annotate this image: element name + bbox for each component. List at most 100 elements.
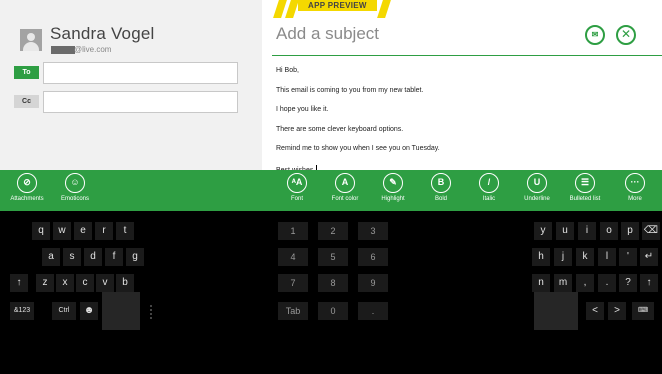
numpad-key[interactable]: Tab (278, 302, 308, 320)
key-space[interactable] (102, 292, 140, 330)
key-symbols[interactable]: &123 (10, 302, 34, 320)
key[interactable]: w (53, 222, 71, 240)
key-keyboard-switch[interactable]: ⌨ (632, 302, 654, 320)
key[interactable]: k (576, 248, 594, 266)
key[interactable]: y (534, 222, 552, 240)
key[interactable]: f (105, 248, 123, 266)
key-arrow-right[interactable]: > (608, 302, 626, 320)
numpad-key[interactable]: 2 (318, 222, 348, 240)
keyboard-grip-handle[interactable] (150, 305, 152, 319)
body-line: I hope you like it. (276, 106, 329, 113)
numpad-key[interactable]: 9 (358, 274, 388, 292)
body-line: This email is coming to you from my new … (276, 86, 424, 94)
key[interactable]: l (598, 248, 616, 266)
key[interactable]: ↵ (640, 248, 658, 266)
key[interactable]: , (576, 274, 594, 292)
key[interactable]: o (600, 222, 618, 240)
numpad-key[interactable]: 0 (318, 302, 348, 320)
key[interactable]: j (554, 248, 572, 266)
toolbar-label: Underline (524, 196, 550, 202)
key[interactable]: c (76, 274, 94, 292)
numpad-key[interactable]: 4 (278, 248, 308, 266)
font-icon: ᴬA (287, 173, 307, 193)
key[interactable]: x (56, 274, 74, 292)
toolbar-button-highlight[interactable]: ✎ Highlight (368, 173, 418, 202)
discard-button[interactable]: ✕ (616, 25, 636, 45)
key[interactable]: h (532, 248, 550, 266)
underline-icon: U (527, 173, 547, 193)
mail-compose-area: Sandra Vogel @live.com To Cc APP PREVIEW… (0, 0, 662, 174)
key[interactable]: r (95, 222, 113, 240)
key[interactable]: b (116, 274, 134, 292)
key-arrow-left[interactable]: < (586, 302, 604, 320)
body-line: There are some clever keyboard options. (276, 125, 404, 133)
key[interactable]: p (621, 222, 639, 240)
key[interactable]: i (578, 222, 596, 240)
key[interactable]: ? (619, 274, 637, 292)
subject-input[interactable]: Add a subject (276, 24, 379, 44)
numpad-key[interactable]: . (358, 302, 388, 320)
key[interactable]: m (554, 274, 572, 292)
to-field[interactable] (43, 62, 238, 84)
toolbar-button-emoticons[interactable]: ☺ Emoticons (50, 173, 100, 202)
close-icon: ✕ (620, 27, 632, 41)
key[interactable]: d (84, 248, 102, 266)
key[interactable]: v (96, 274, 114, 292)
toolbar-label: Bold (434, 196, 447, 202)
toolbar-button-font[interactable]: ᴬA Font (272, 173, 322, 202)
message-body[interactable]: Hi Bob, This email is coming to you from… (276, 67, 656, 184)
numpad-key[interactable]: 5 (318, 248, 348, 266)
numpad-key[interactable]: 8 (318, 274, 348, 292)
key[interactable]: n (532, 274, 550, 292)
numpad-key[interactable]: 3 (358, 222, 388, 240)
toolbar-label: Font color (331, 196, 359, 202)
key-emoji[interactable]: ☻ (80, 302, 98, 320)
toolbar-button-italic[interactable]: / Italic (464, 173, 514, 202)
key[interactable]: q (32, 222, 50, 240)
key[interactable]: t (116, 222, 134, 240)
key[interactable]: ⌫ (642, 222, 660, 240)
numpad-key[interactable]: 7 (278, 274, 308, 292)
send-icon: ✉ (591, 30, 599, 39)
key[interactable]: g (126, 248, 144, 266)
body-line: Remind me to show you when I see you on … (276, 145, 440, 152)
font-color-icon: A (335, 173, 355, 193)
key[interactable]: ↑ (10, 274, 28, 292)
italic-icon: / (479, 173, 499, 193)
highlight-icon: ✎ (383, 173, 403, 193)
toolbar-label: Font (290, 196, 303, 202)
email-redaction (51, 46, 75, 54)
toolbar-button-more[interactable]: ··· More (610, 173, 660, 202)
key[interactable]: . (598, 274, 616, 292)
to-button[interactable]: To (14, 66, 39, 79)
sender-email: @live.com (74, 45, 112, 54)
banner-stripe (377, 0, 391, 18)
toolbar-label: More (628, 196, 642, 202)
toolbar-button-attachments[interactable]: ⊘ Attachments (2, 173, 52, 202)
body-line: Hi Bob, (276, 67, 299, 74)
key[interactable]: a (42, 248, 60, 266)
banner-stripe (285, 0, 299, 18)
cc-field[interactable] (43, 91, 238, 113)
sender-name: Sandra Vogel (50, 24, 155, 43)
key[interactable]: s (63, 248, 81, 266)
toolbar-button-underline[interactable]: U Underline (512, 173, 562, 202)
toolbar-label: Bulleted list (569, 196, 601, 202)
key[interactable]: z (36, 274, 54, 292)
smiley-icon: ☺ (65, 173, 85, 193)
key[interactable]: ' (619, 248, 637, 266)
cc-button[interactable]: Cc (14, 95, 39, 108)
key[interactable]: e (74, 222, 92, 240)
key-ctrl[interactable]: Ctrl (52, 302, 76, 320)
numpad-key[interactable]: 6 (358, 248, 388, 266)
send-button[interactable]: ✉ (585, 25, 605, 45)
toolbar-button-bulleted-list[interactable]: ☰ Bulleted list (560, 173, 610, 202)
toolbar-button-font-color[interactable]: A Font color (320, 173, 370, 202)
address-pane: Sandra Vogel @live.com To Cc (0, 0, 262, 170)
numpad-key[interactable]: 1 (278, 222, 308, 240)
key[interactable]: ↑ (640, 274, 658, 292)
more-icon: ··· (625, 173, 645, 193)
key-space[interactable] (534, 292, 578, 330)
key[interactable]: u (556, 222, 574, 240)
toolbar-button-bold[interactable]: B Bold (416, 173, 466, 202)
